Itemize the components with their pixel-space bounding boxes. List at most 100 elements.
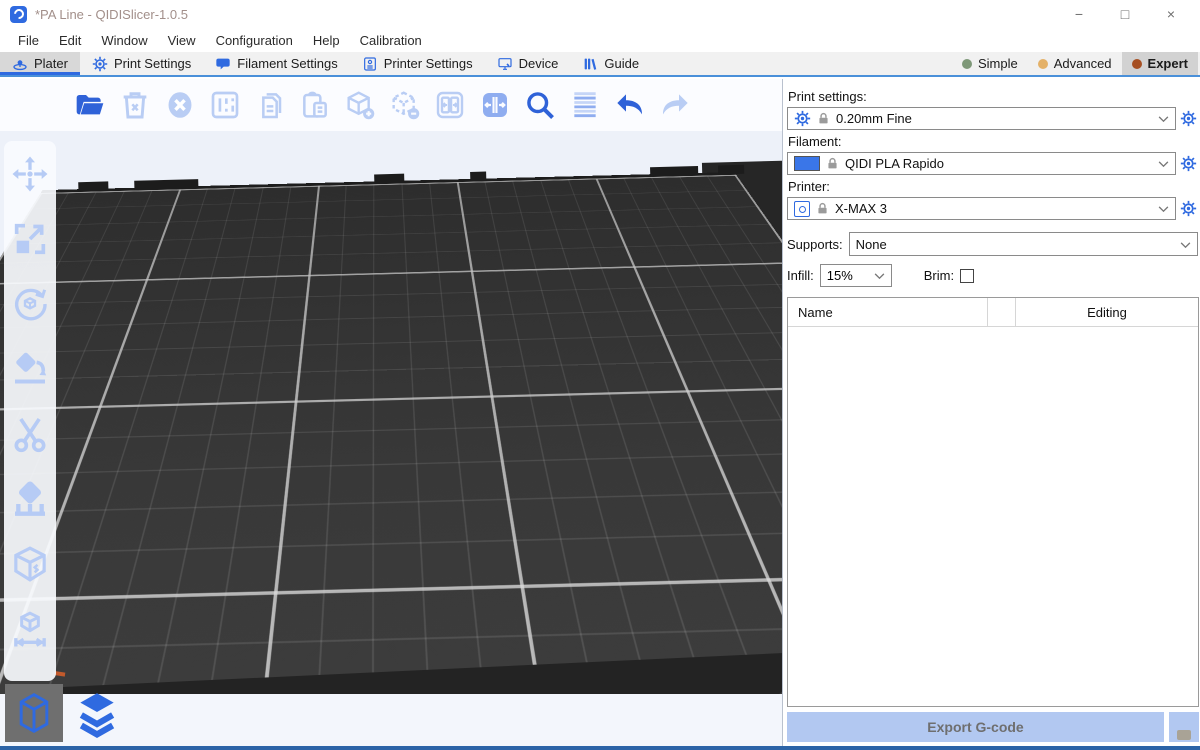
title-bar: *PA Line - QIDISlicer-1.0.5 − □ × xyxy=(0,0,1200,28)
search-icon[interactable] xyxy=(522,87,558,123)
window-title: *PA Line - QIDISlicer-1.0.5 xyxy=(35,7,188,22)
bed-clip xyxy=(650,166,698,176)
remove-instance-icon[interactable] xyxy=(387,87,423,123)
sd-card-icon xyxy=(1177,730,1191,740)
filament-value: QIDI PLA Rapido xyxy=(845,156,944,171)
chevron-down-icon xyxy=(874,268,885,283)
lock-icon xyxy=(816,202,829,215)
supports-select[interactable]: None xyxy=(849,232,1198,256)
mode-simple[interactable]: Simple xyxy=(952,52,1028,75)
filament-edit-button[interactable] xyxy=(1179,154,1198,173)
filament-icon xyxy=(215,56,231,72)
print-bed xyxy=(42,166,749,746)
minimize-button[interactable]: − xyxy=(1056,1,1102,27)
tab-label: Device xyxy=(519,56,559,71)
measure-icon[interactable] xyxy=(9,608,51,650)
qidislicer-window: *PA Line - QIDISlicer-1.0.5 − □ × File E… xyxy=(0,0,1200,750)
bed-clip xyxy=(718,165,744,175)
mode-advanced[interactable]: Advanced xyxy=(1028,52,1122,75)
object-list[interactable]: Name Editing xyxy=(787,297,1199,707)
copy-icon[interactable] xyxy=(252,87,288,123)
settings-panel: Print settings: 0.20mm Fine xyxy=(783,79,1200,746)
printer-icon xyxy=(794,201,810,217)
tab-print-settings[interactable]: Print Settings xyxy=(80,52,203,75)
printer-select[interactable]: X-MAX 3 xyxy=(787,197,1176,220)
mode-label: Advanced xyxy=(1054,56,1112,71)
filament-label: Filament: xyxy=(788,134,1199,149)
open-file-icon[interactable] xyxy=(72,87,108,123)
menu-view[interactable]: View xyxy=(158,30,206,51)
place-on-face-icon[interactable] xyxy=(9,348,51,390)
view-layers-preview-button[interactable] xyxy=(69,685,124,741)
move-icon[interactable] xyxy=(9,153,51,195)
printer-value: X-MAX 3 xyxy=(835,201,887,216)
paint-supports-icon[interactable] xyxy=(9,478,51,520)
split-objects-icon[interactable] xyxy=(432,87,468,123)
redo-icon[interactable] xyxy=(657,87,693,123)
menu-configuration[interactable]: Configuration xyxy=(206,30,303,51)
rotate-icon[interactable] xyxy=(9,283,51,325)
app-logo-icon xyxy=(10,6,27,23)
menu-edit[interactable]: Edit xyxy=(49,30,91,51)
infill-label: Infill: xyxy=(787,268,814,283)
layers-icon xyxy=(72,687,122,739)
menu-file[interactable]: File xyxy=(8,30,49,51)
view-3d-editor-button[interactable] xyxy=(5,684,63,742)
bed-clip xyxy=(374,174,404,184)
lock-icon xyxy=(826,157,839,170)
tab-printer-settings[interactable]: Printer Settings xyxy=(350,52,485,75)
tab-device[interactable]: Device xyxy=(485,52,571,75)
column-editing: Editing xyxy=(1016,298,1198,326)
viewport-3d[interactable] xyxy=(0,79,783,746)
menu-window[interactable]: Window xyxy=(91,30,157,51)
mode-label: Simple xyxy=(978,56,1018,71)
arrange-icon[interactable] xyxy=(207,87,243,123)
cube-3d-icon xyxy=(12,690,56,736)
print-settings-label: Print settings: xyxy=(788,89,1199,104)
column-spacer xyxy=(988,298,1016,326)
plater-icon xyxy=(12,56,28,72)
menu-help[interactable]: Help xyxy=(303,30,350,51)
tab-label: Printer Settings xyxy=(384,56,473,71)
cut-icon[interactable] xyxy=(9,413,51,455)
gear-icon xyxy=(92,56,108,72)
brim-checkbox[interactable] xyxy=(960,269,974,283)
export-to-sd-button[interactable] xyxy=(1169,712,1199,742)
split-parts-icon[interactable] xyxy=(477,87,513,123)
mode-switcher: Simple Advanced Expert xyxy=(952,52,1200,75)
filament-select[interactable]: QIDI PLA Rapido xyxy=(787,152,1176,175)
print-settings-select[interactable]: 0.20mm Fine xyxy=(787,107,1176,130)
tab-plater[interactable]: Plater xyxy=(0,52,80,75)
tab-label: Plater xyxy=(34,56,68,71)
tab-label: Filament Settings xyxy=(237,56,337,71)
variable-layer-height-icon[interactable] xyxy=(567,87,603,123)
export-gcode-button[interactable]: Export G-code xyxy=(787,712,1164,742)
scale-icon[interactable] xyxy=(9,218,51,260)
print-settings-edit-button[interactable] xyxy=(1179,109,1198,128)
column-name: Name xyxy=(788,298,988,326)
tab-label: Guide xyxy=(604,56,639,71)
gear-icon xyxy=(794,110,811,127)
bed-clip xyxy=(470,172,486,181)
paste-icon[interactable] xyxy=(297,87,333,123)
delete-icon[interactable] xyxy=(117,87,153,123)
chevron-down-icon xyxy=(1158,156,1169,171)
infill-select[interactable]: 15% xyxy=(820,264,892,287)
undo-icon[interactable] xyxy=(612,87,648,123)
seam-icon[interactable] xyxy=(9,543,51,585)
advanced-dot-icon xyxy=(1038,59,1048,69)
delete-all-icon[interactable] xyxy=(162,87,198,123)
brim-label: Brim: xyxy=(924,268,954,283)
maximize-button[interactable]: □ xyxy=(1102,1,1148,27)
object-list-body[interactable] xyxy=(788,327,1198,706)
menu-calibration[interactable]: Calibration xyxy=(350,30,432,51)
chevron-down-icon xyxy=(1180,237,1191,252)
printer-edit-button[interactable] xyxy=(1179,199,1198,218)
tab-filament-settings[interactable]: Filament Settings xyxy=(203,52,349,75)
mode-expert[interactable]: Expert xyxy=(1122,52,1198,75)
bed-clip xyxy=(78,181,108,191)
tab-guide[interactable]: Guide xyxy=(570,52,651,75)
close-button[interactable]: × xyxy=(1148,1,1194,27)
add-instance-icon[interactable] xyxy=(342,87,378,123)
expert-dot-icon xyxy=(1132,59,1142,69)
